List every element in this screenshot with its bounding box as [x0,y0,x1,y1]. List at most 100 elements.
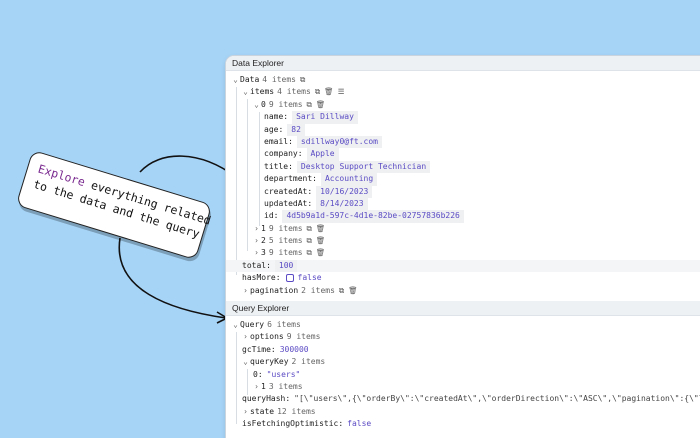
item-label: 2 [261,236,266,246]
item-row[interactable]: › 3 9 items ⧉ 🗑 [226,247,700,259]
field-value[interactable]: 4d5b9a1d-597c-4d1e-82be-02757836b226 [282,210,464,223]
copy-icon[interactable]: ⧉ [307,99,312,111]
copy-icon[interactable]: ⧉ [307,247,312,259]
delete-icon[interactable]: 🗑 [348,285,358,297]
field-row: name: Sari Dillway [226,111,700,124]
field-key: age: [264,124,284,134]
gctime-row: gcTime: 300000 [226,344,700,356]
fetching-value: false [347,419,372,429]
field-row: id: 4d5b9a1d-597c-4d1e-82be-02757836b226 [226,210,700,223]
field-value[interactable]: sdillway0@ft.com [296,135,382,149]
chevron-right-icon[interactable]: › [252,247,261,259]
field-value[interactable]: Apple [306,148,339,161]
querykey-0-row: 0: "users" [226,369,700,381]
item-row[interactable]: › 2 5 items ⧉ 🗑 [226,235,700,247]
item-row[interactable]: › 1 9 items ⧉ 🗑 [226,223,700,235]
querykey-1-label: 1 [261,381,266,391]
item-0-meta: 9 items [268,99,303,109]
gctime-value: 300000 [279,344,309,354]
items-label: items [250,87,275,97]
item-0-row[interactable]: ⌄ 0 9 items ⧉ 🗑 [226,99,700,111]
data-explorer-tree: ⌄ Data 4 items ⧉ ⌄ items 4 items ⧉ 🗑 ☰ ⌄… [226,71,700,297]
query-explorer-header: Query Explorer [226,301,700,317]
field-key: updatedAt: [264,198,313,208]
chevron-right-icon[interactable]: › [252,381,261,393]
total-value[interactable]: 100 [274,259,298,273]
item-0-label: 0 [261,99,266,109]
field-row: updatedAt: 8/14/2023 [226,197,700,211]
chevron-down-icon[interactable]: ⌄ [231,319,240,331]
chevron-down-icon[interactable]: ⌄ [241,86,250,98]
field-row: company: Apple [226,148,700,161]
querykey-row[interactable]: ⌄ queryKey 2 items [226,356,700,368]
copy-icon[interactable]: ⧉ [339,285,344,297]
options-label: options [250,332,284,342]
field-value[interactable]: 8/14/2023 [316,197,368,211]
field-key: id: [264,211,279,221]
chevron-right-icon[interactable]: › [241,331,250,343]
item-meta: 9 items [268,248,303,258]
field-value[interactable]: 82 [287,123,305,136]
fetching-key: isFetchingOptimistic: [242,419,344,429]
copy-icon[interactable]: ⧉ [307,223,312,235]
hasmore-key: hasMore: [242,273,281,283]
delete-icon[interactable]: 🗑 [324,86,334,98]
gctime-key: gcTime: [242,344,276,354]
querykey-0-value: "users" [266,369,301,379]
field-value[interactable]: Sari Dillway [292,111,358,124]
querykey-label: queryKey [250,357,289,367]
item-meta: 9 items [268,223,303,233]
field-key: name: [264,112,289,122]
explore-callout: Explore everything related to the data a… [15,149,213,261]
chevron-down-icon[interactable]: ⌄ [231,74,240,86]
state-label: state [250,406,275,416]
data-root-row[interactable]: ⌄ Data 4 items ⧉ [226,74,700,86]
copy-icon[interactable]: ⧉ [307,235,312,247]
hasmore-row: hasMore: false [226,272,700,284]
delete-icon[interactable]: 🗑 [316,223,326,235]
copy-icon[interactable]: ⧉ [300,74,305,86]
querykey-1-meta: 3 items [268,381,303,391]
field-row: age: 82 [226,123,700,136]
field-key: department: [264,174,317,184]
delete-icon[interactable]: 🗑 [316,247,326,259]
chevron-right-icon[interactable]: › [241,406,250,418]
queryhash-row: queryHash: "[\"users\",{\"orderBy\":\"cr… [226,393,700,405]
arrow-to-data [139,155,237,178]
chevron-right-icon[interactable]: › [252,223,261,235]
field-key: email: [264,136,293,146]
checkbox-icon[interactable] [285,274,294,283]
queryhash-value: "[\"users\",{\"orderBy\":\"createdAt\",\… [294,394,700,404]
copy-icon[interactable]: ⧉ [315,86,320,98]
list-icon[interactable]: ☰ [338,86,345,98]
options-row[interactable]: › options 9 items [226,331,700,343]
data-root-label: Data [240,75,260,84]
state-row[interactable]: › state 12 items [226,406,700,418]
querykey-1-row[interactable]: › 1 3 items [226,381,700,393]
field-value[interactable]: Accounting [320,173,378,186]
chevron-right-icon[interactable]: › [252,235,261,247]
fetching-row: isFetchingOptimistic: false [226,418,700,430]
field-value[interactable]: Desktop Support Technician [296,160,431,174]
chevron-down-icon[interactable]: ⌄ [241,356,250,368]
queryhash-key: queryHash: [242,394,291,404]
options-meta: 9 items [286,332,321,342]
field-row: title: Desktop Support Technician [226,160,700,174]
query-explorer-tree: ⌄ Query 6 items › options 9 items gcTime… [226,316,700,431]
field-row: email: sdillway0@ft.com [226,135,700,149]
field-row: department: Accounting [226,173,700,186]
delete-icon[interactable]: 🗑 [316,235,326,247]
item-meta: 5 items [268,236,303,246]
items-row[interactable]: ⌄ items 4 items ⧉ 🗑 ☰ [226,86,700,98]
chevron-right-icon[interactable]: › [241,285,250,297]
querykey-0-key: 0: [253,369,263,379]
delete-icon[interactable]: 🗑 [316,99,326,111]
field-key: createdAt: [264,186,313,196]
field-key: company: [264,149,303,159]
data-root-meta: 4 items [262,75,296,84]
item-label: 3 [261,248,266,258]
field-value[interactable]: 10/16/2023 [316,185,373,198]
chevron-down-icon[interactable]: ⌄ [252,99,261,111]
pagination-row[interactable]: › pagination 2 items ⧉ 🗑 [226,285,700,297]
query-root-row[interactable]: ⌄ Query 6 items [226,319,700,331]
